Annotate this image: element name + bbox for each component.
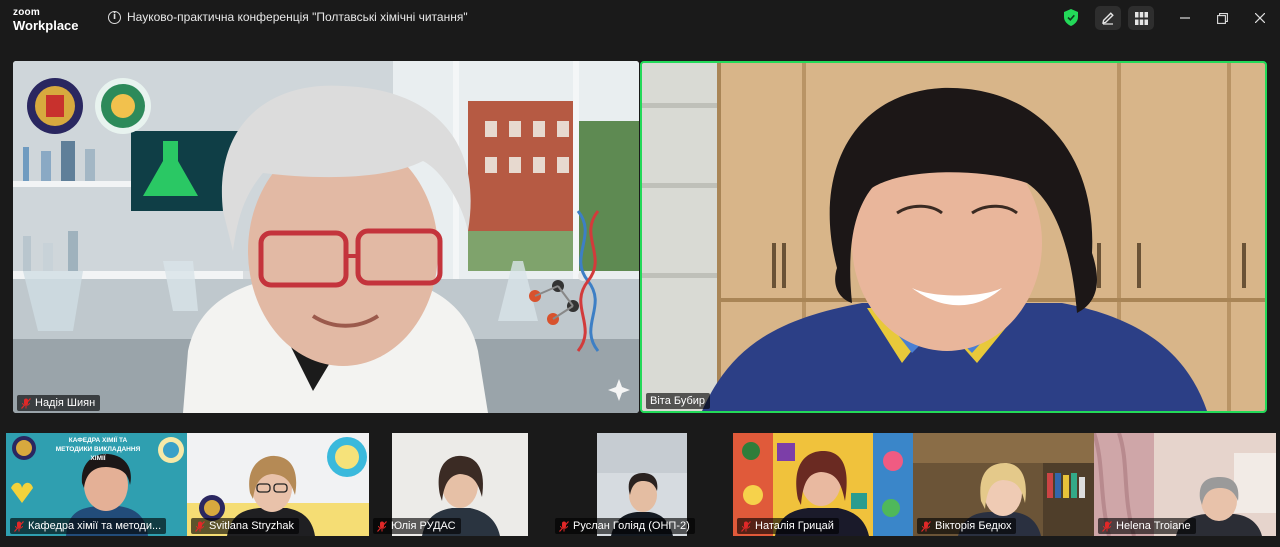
video-tile-strip-3[interactable]: Юлія РУДАС	[369, 433, 551, 536]
department-banner: КАФЕДРА ХІМІЇ ТА МЕТОДИКИ ВИКЛАДАННЯ ХІМ…	[55, 437, 141, 462]
logo-line-2: Workplace	[13, 18, 79, 33]
mic-muted-icon	[921, 520, 931, 532]
mic-muted-icon	[741, 520, 751, 532]
participant-name-tag: Вікторія Бедюх	[917, 518, 1017, 534]
video-tile-strip-1[interactable]: КАФЕДРА ХІМІЇ ТА МЕТОДИКИ ВИКЛАДАННЯ ХІМ…	[6, 433, 187, 536]
mic-muted-icon	[1102, 520, 1112, 532]
participant-name-tag: Helena Troiane	[1098, 518, 1196, 534]
meeting-info-icon[interactable]: i	[108, 11, 121, 24]
restore-icon	[1216, 12, 1228, 24]
video-tile-main-2-active-speaker[interactable]: Віта Бубир	[640, 61, 1267, 413]
grid-view-icon	[1134, 11, 1148, 25]
participant-name: Helena Troiane	[1116, 520, 1191, 532]
participant-name-tag: Руслан Голіяд (ОНП-2)	[555, 518, 695, 534]
participant-video-2	[642, 63, 1265, 411]
close-button[interactable]	[1250, 8, 1270, 28]
restore-button[interactable]	[1212, 8, 1232, 28]
video-tile-strip-6[interactable]: Вікторія Бедюх	[913, 433, 1094, 536]
participant-name: Надія Шиян	[35, 397, 96, 409]
mic-muted-icon	[14, 520, 24, 532]
participant-name: Наталія Грицай	[755, 520, 834, 532]
participant-name-tag: Надія Шиян	[17, 395, 101, 411]
zoom-workplace-logo: zoom Workplace	[13, 7, 79, 33]
participant-name-tag: Віта Бубир	[646, 393, 711, 409]
mic-muted-icon	[377, 520, 387, 532]
meeting-title: Науково-практична конференція "Полтавськ…	[127, 10, 468, 24]
video-tile-strip-7[interactable]: Helena Troiane	[1094, 433, 1276, 536]
participant-name: Кафедра хімії та методи...	[28, 520, 162, 532]
participant-name: Віта Бубир	[650, 395, 706, 407]
participant-name: Руслан Голіяд (ОНП-2)	[573, 520, 690, 532]
participant-name-tag: Юлія РУДАС	[373, 518, 461, 534]
minimize-icon	[1180, 17, 1190, 19]
view-button[interactable]	[1128, 6, 1154, 30]
participant-name: Вікторія Бедюх	[935, 520, 1012, 532]
title-bar: zoom Workplace i Науково-практична конфе…	[0, 0, 1280, 38]
shield-check-icon[interactable]	[1064, 9, 1078, 26]
video-tile-strip-5[interactable]: Наталія Грицай	[733, 433, 913, 536]
mic-muted-icon	[559, 520, 569, 532]
participant-name-tag: Кафедра хімії та методи...	[10, 518, 167, 534]
participant-name: Svitlana Stryzhak	[209, 520, 294, 532]
annotate-pen-icon	[1102, 12, 1114, 25]
participant-video-1	[13, 61, 639, 413]
participant-name-tag: Наталія Грицай	[737, 518, 839, 534]
video-tile-main-1[interactable]: Надія Шиян	[13, 61, 639, 413]
minimize-button[interactable]	[1175, 8, 1195, 28]
video-tile-strip-2[interactable]: Svitlana Stryzhak	[187, 433, 369, 536]
close-icon	[1255, 13, 1265, 23]
participant-name-tag: Svitlana Stryzhak	[191, 518, 299, 534]
video-tile-strip-4[interactable]: Руслан Голіяд (ОНП-2)	[551, 433, 733, 536]
mic-muted-icon	[195, 520, 205, 532]
logo-line-1: zoom	[13, 7, 40, 18]
participant-name: Юлія РУДАС	[391, 520, 456, 532]
annotate-button[interactable]	[1095, 6, 1121, 30]
mic-muted-icon	[21, 397, 31, 409]
